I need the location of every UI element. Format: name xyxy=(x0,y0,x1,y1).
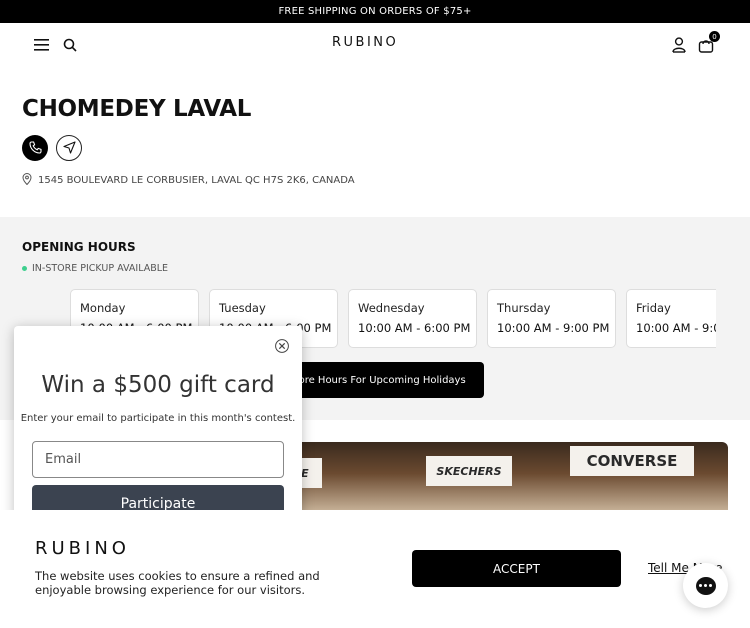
day-name: Wednesday xyxy=(358,301,425,315)
chat-button[interactable] xyxy=(683,563,728,608)
menu-icon[interactable] xyxy=(32,35,52,55)
chat-bubble-icon xyxy=(695,576,716,595)
store-photo: NIKE SKECHERS CONVERSE xyxy=(270,442,728,512)
pickup-label: IN-STORE PICKUP AVAILABLE xyxy=(32,263,169,274)
popup-subtitle: Enter your email to participate in this … xyxy=(20,413,296,424)
promo-bar: FREE SHIPPING ON ORDERS OF $75+ xyxy=(0,0,750,23)
day-hours: 10:00 AM - 9:00 PM xyxy=(497,321,610,335)
popup-title: Win a $500 gift card xyxy=(41,372,275,398)
store-title: CHOMEDEY LAVAL xyxy=(22,96,252,122)
cart-count-badge: 0 xyxy=(709,31,720,42)
cookie-logo: RUBINO xyxy=(35,538,130,559)
status-dot xyxy=(22,266,27,271)
close-icon[interactable] xyxy=(273,337,291,355)
store-address: 1545 BOULEVARD LE CORBUSIER, LAVAL QC H7… xyxy=(22,173,355,188)
day-card-friday: Friday 10:00 AM - 9:00 PM xyxy=(626,289,716,348)
navigation-arrow-icon xyxy=(62,139,76,158)
day-name: Tuesday xyxy=(219,301,266,315)
promo-text: FREE SHIPPING ON ORDERS OF $75+ xyxy=(278,6,472,17)
pickup-status: IN-STORE PICKUP AVAILABLE xyxy=(22,263,168,274)
day-hours: 10:00 AM - 9:00 PM xyxy=(636,321,716,335)
day-name: Friday xyxy=(636,301,671,315)
day-card-wednesday: Wednesday 10:00 AM - 6:00 PM xyxy=(348,289,477,348)
day-name: Thursday xyxy=(497,301,551,315)
converse-sign: CONVERSE xyxy=(570,446,694,476)
phone-icon xyxy=(28,139,42,158)
accept-cookies-button[interactable]: ACCEPT xyxy=(412,550,621,587)
day-name: Monday xyxy=(80,301,126,315)
directions-button[interactable] xyxy=(56,135,82,161)
location-pin-icon xyxy=(22,173,32,188)
email-input[interactable] xyxy=(32,441,284,478)
search-icon[interactable] xyxy=(60,35,80,55)
site-logo[interactable]: RUBINO xyxy=(332,35,398,50)
day-hours: 10:00 AM - 6:00 PM xyxy=(358,321,471,335)
cookie-message: The website uses cookies to ensure a ref… xyxy=(35,569,320,597)
opening-hours-title: OPENING HOURS xyxy=(22,240,136,254)
call-store-button[interactable] xyxy=(22,135,48,161)
day-card-thursday: Thursday 10:00 AM - 9:00 PM xyxy=(487,289,616,348)
account-icon[interactable] xyxy=(669,35,689,55)
holiday-hours-button[interactable]: Store Hours For Upcoming Holidays xyxy=(270,362,484,398)
skechers-sign: SKECHERS xyxy=(426,456,512,486)
address-text: 1545 BOULEVARD LE CORBUSIER, LAVAL QC H7… xyxy=(38,175,355,186)
